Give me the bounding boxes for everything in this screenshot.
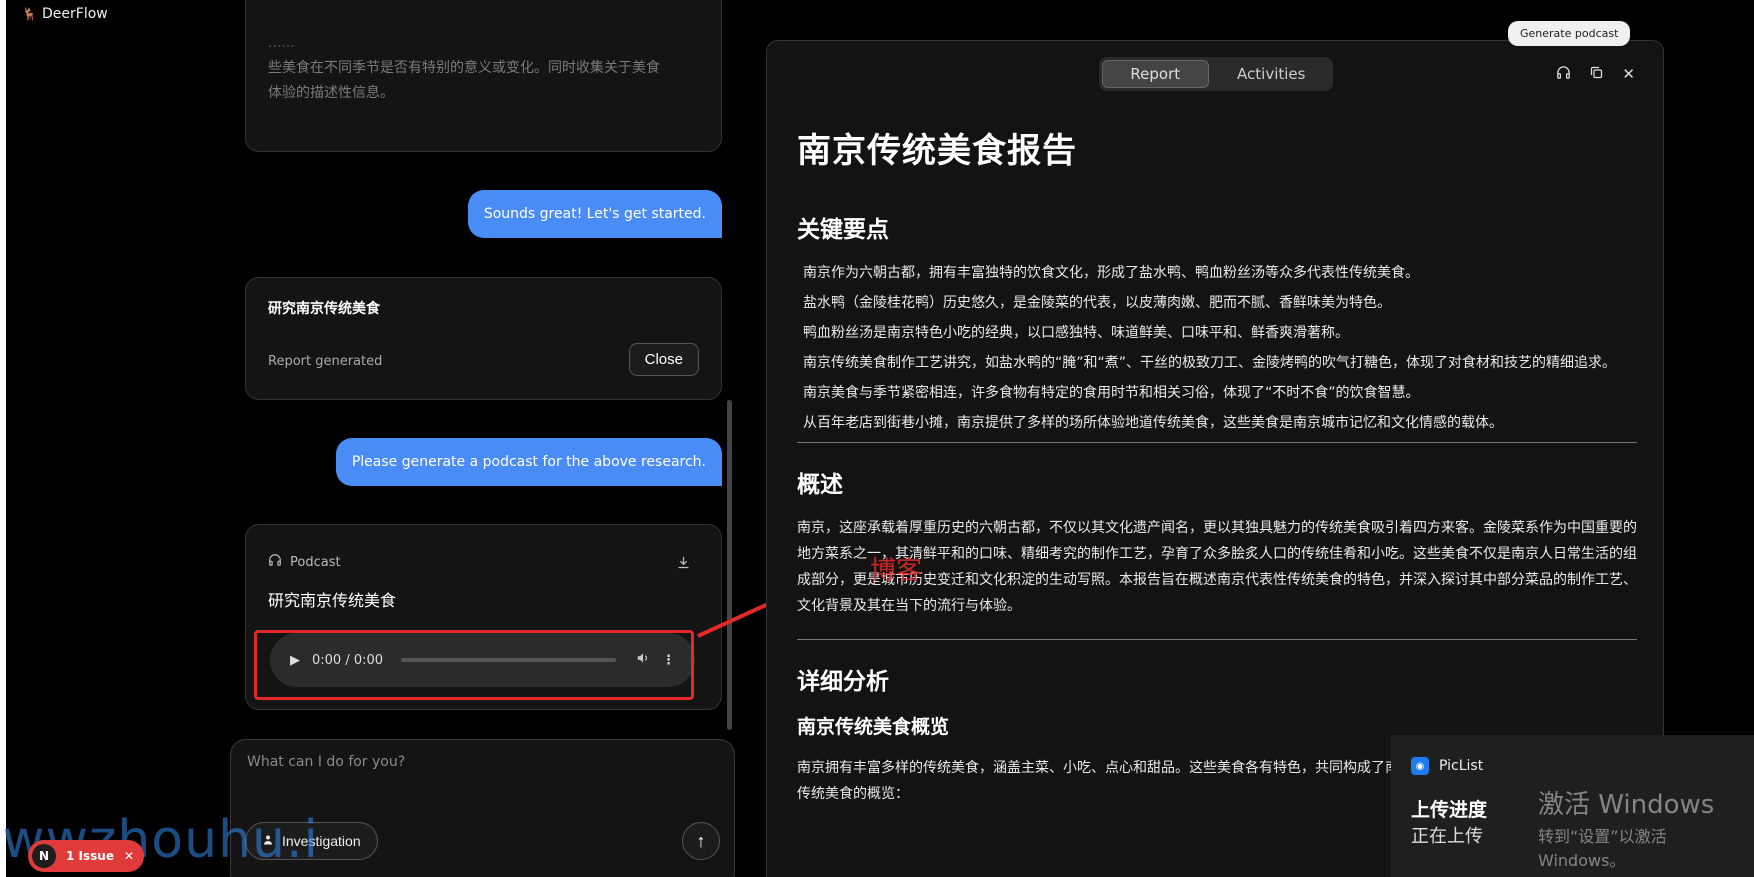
activate-line1: 激活 Windows <box>1538 790 1715 820</box>
headphones-icon[interactable] <box>1556 65 1571 84</box>
report-content: 南京传统美食报告 关键要点 南京作为六朝古都，拥有丰富独特的饮食文化，形成了盐水… <box>797 123 1637 827</box>
arrow-up-icon: ↑ <box>696 830 706 851</box>
notification-title: 上传进度 <box>1411 799 1488 821</box>
panel-tabs: Report Activities <box>1099 57 1333 91</box>
list-item: 鸭血粉丝汤是南京特色小吃的经典，以口感独特、味道鲜美、口味平和、鲜香爽滑著称。 <box>803 325 1349 341</box>
divider <box>797 442 1637 443</box>
tab-activities[interactable]: Activities <box>1213 60 1330 88</box>
piclist-icon: ◉ <box>1411 757 1429 775</box>
issue-badge[interactable]: N 1 Issue ✕ <box>28 840 145 872</box>
generate-podcast-tooltip: Generate podcast <box>1508 21 1631 46</box>
overview-heading: 概述 <box>797 472 843 498</box>
copy-icon[interactable] <box>1589 65 1604 84</box>
issue-badge-label: 1 Issue <box>66 849 114 863</box>
notification-subtitle: 正在上传 <box>1411 826 1483 847</box>
list-item: 南京传统美食制作工艺讲究，如盐水鸭的“腌”和“煮”、干丝的极致刀工、金陵烤鸭的吹… <box>803 355 1617 371</box>
list-item: 从百年老店到街巷小摊，南京提供了多样的场所体验地道传统美食，这些美食是南京城市记… <box>803 415 1503 431</box>
detail-heading: 详细分析 <box>797 669 889 695</box>
chat-input[interactable] <box>247 754 707 794</box>
list-item: 盐水鸭（金陵桂花鸭）历史悠久，是金陵菜的代表，以皮薄肉嫩、肥而不腻、香鲜味美为特… <box>803 295 1391 311</box>
key-points-list: 南京作为六朝古都，拥有丰富独特的饮食文化，形成了盐水鸭、鸭血粉丝汤等众多代表性传… <box>797 260 1637 436</box>
issue-badge-logo: N <box>32 844 56 868</box>
report-title: 南京传统美食报告 <box>797 131 1077 171</box>
send-button[interactable]: ↑ <box>682 822 720 860</box>
panel-actions: ✕ <box>1556 65 1635 84</box>
notification-app: PicList <box>1439 758 1484 774</box>
tab-report[interactable]: Report <box>1102 60 1209 88</box>
key-points-heading: 关键要点 <box>797 217 889 243</box>
overview-text: 南京，这座承载着厚重历史的六朝古都，不仅以其文化遗产闻名，更以其独具魅力的传统美… <box>797 520 1637 614</box>
annotation-text: 博客 <box>870 556 923 586</box>
list-item: 南京作为六朝古都，拥有丰富独特的饮食文化，形成了盐水鸭、鸭血粉丝汤等众多代表性传… <box>803 265 1419 281</box>
list-item: 南京美食与季节紧密相连，许多食物有特定的食用时节和相关习俗，体现了“不时不食”的… <box>803 385 1420 401</box>
notification-header: ◉ PicList <box>1411 757 1483 775</box>
close-icon[interactable]: ✕ <box>1622 65 1635 84</box>
activate-windows-watermark: 激活 Windows 转到“设置”以激活 Windows。 <box>1538 784 1754 871</box>
close-icon[interactable]: ✕ <box>124 849 134 863</box>
divider <box>797 639 1637 640</box>
activate-line2: 转到“设置”以激活 Windows。 <box>1538 827 1667 870</box>
